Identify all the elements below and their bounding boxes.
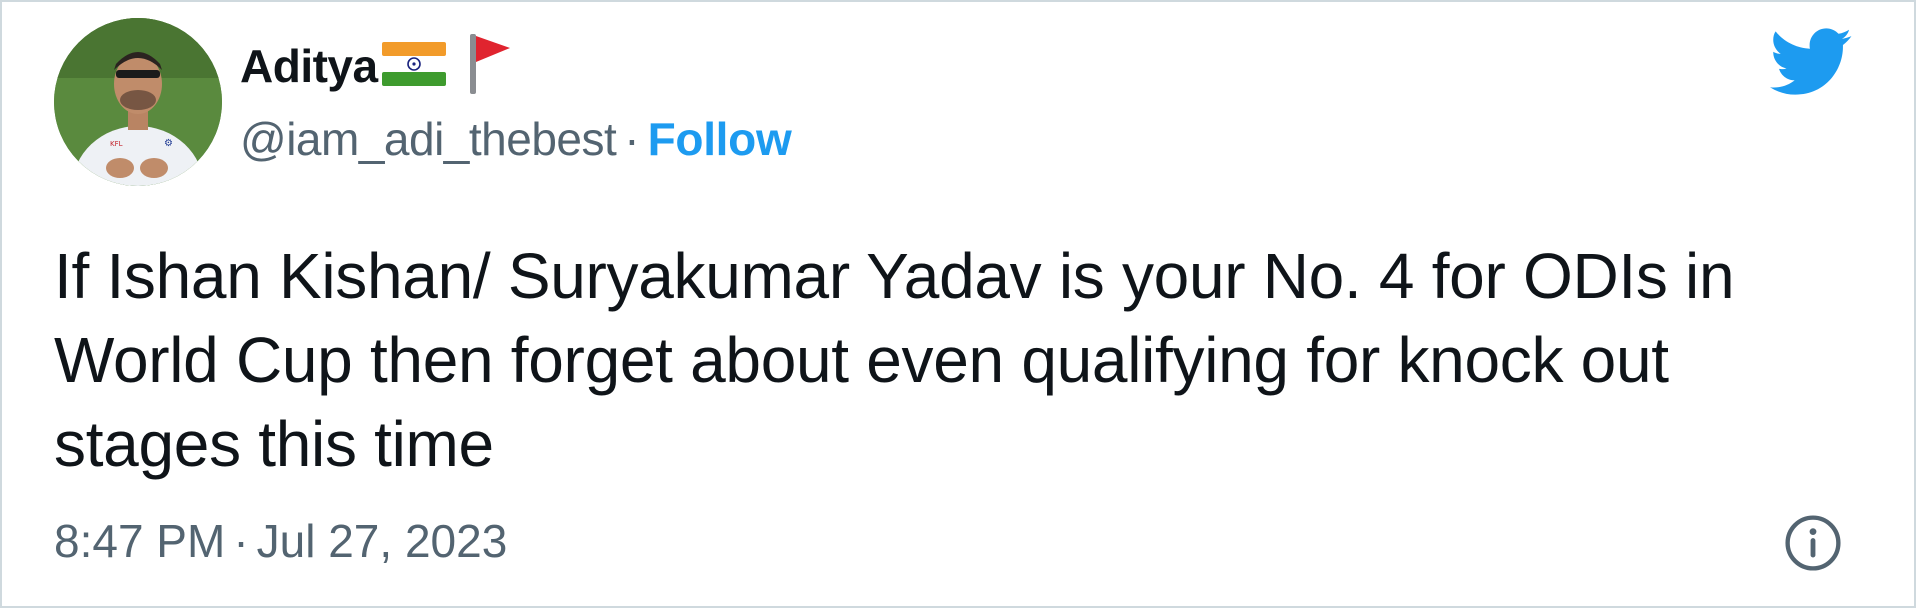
author-handle[interactable]: @iam_adi_thebest [240,112,617,166]
handle-row: @iam_adi_thebest · Follow [240,112,792,166]
handle-separator: · [624,113,640,165]
svg-text:⚙: ⚙ [164,138,173,149]
svg-text:KFL: KFL [110,140,123,148]
tweet-text: If Ishan Kishan/ Suryakumar Yadav is you… [54,240,1735,480]
follow-button[interactable]: Follow [648,112,792,166]
name-row: Aditya [240,33,791,96]
tweet-header: ⚙ KFL Aditya @iam_adi_thebest · Follow [54,18,792,186]
tweet-timestamp[interactable]: 8:47 PM · Jul 27, 2023 [54,514,507,568]
author-identity: Aditya @iam_adi_thebest · Follow [240,33,792,166]
india-flag-icon [380,40,448,93]
info-icon[interactable] [1784,514,1842,572]
twitter-bird-icon[interactable] [1770,28,1854,96]
tweet-time[interactable]: 8:47 PM [54,514,225,568]
timestamp-separator: · [233,515,249,567]
tweet-card: ⚙ KFL Aditya @iam_adi_thebest · Follow I… [0,0,1916,608]
avatar-image: ⚙ KFL [54,18,222,186]
avatar[interactable]: ⚙ KFL [54,18,222,186]
red-flag-icon [466,32,514,101]
tweet-date[interactable]: Jul 27, 2023 [257,514,508,568]
display-name[interactable]: Aditya [240,39,378,93]
